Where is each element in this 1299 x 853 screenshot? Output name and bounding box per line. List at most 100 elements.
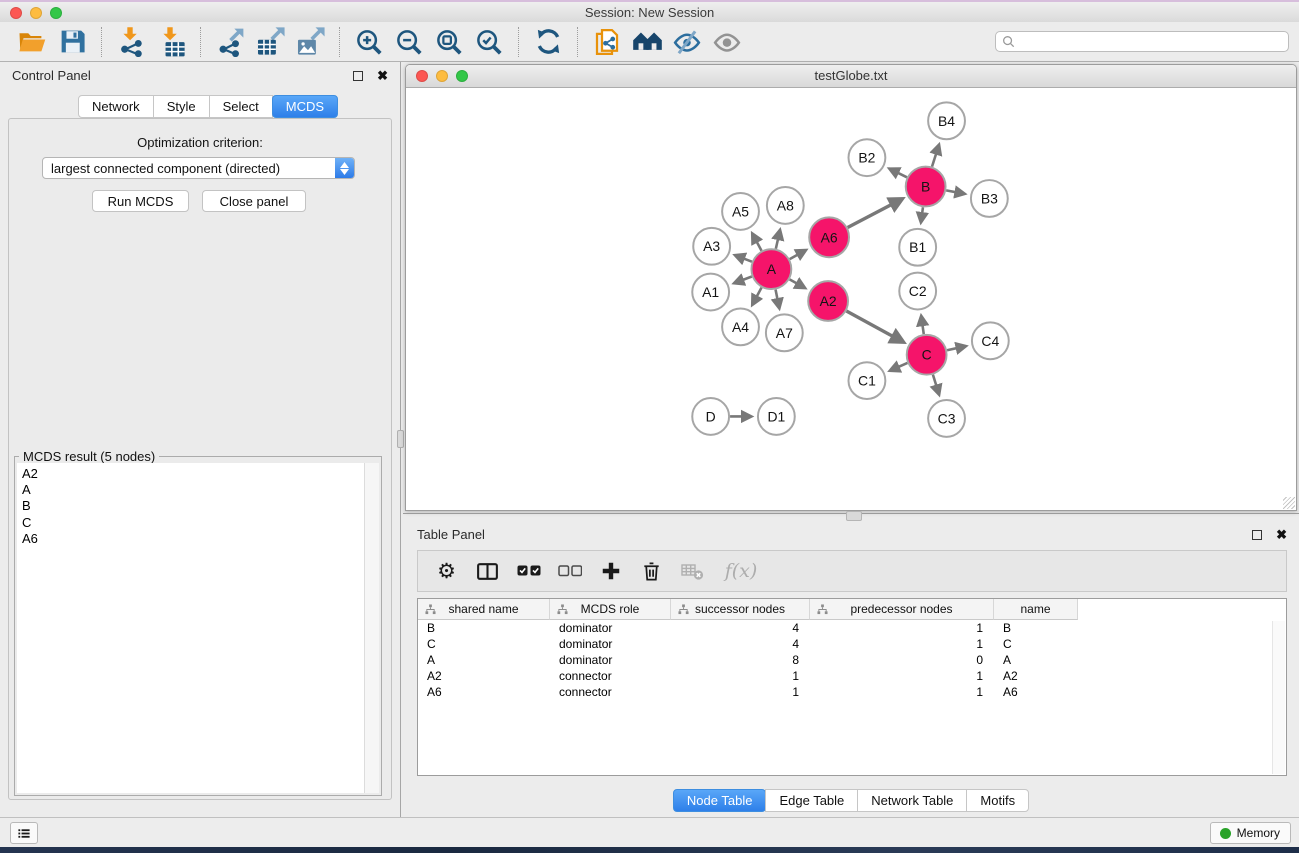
graph-edge-C-C4[interactable] [947, 346, 966, 350]
tab-network[interactable]: Network [78, 95, 154, 118]
tab-motifs[interactable]: Motifs [966, 789, 1029, 812]
export-table-button[interactable] [250, 25, 290, 59]
float-panel-icon[interactable] [1252, 530, 1262, 540]
graph-node-A1[interactable]: A1 [692, 274, 729, 311]
function-builder-button[interactable]: f(x) [715, 554, 767, 588]
graph-edge-A-A5[interactable] [752, 234, 761, 251]
graph-node-B[interactable]: B [906, 167, 946, 207]
graph-edge-B-B2[interactable] [890, 169, 907, 177]
graph-node-A[interactable]: A [751, 249, 791, 289]
graph-edge-C-C2[interactable] [921, 316, 923, 334]
export-network-button[interactable] [210, 25, 250, 59]
graph-node-A8[interactable]: A8 [767, 187, 804, 224]
graph-edge-C-C3[interactable] [933, 375, 939, 395]
close-panel-icon[interactable]: ✖ [1276, 530, 1287, 540]
zoom-selected-button[interactable] [469, 25, 509, 59]
search-input[interactable] [1019, 33, 1288, 51]
graph-edge-A-A4[interactable] [752, 288, 761, 305]
refresh-button[interactable] [528, 25, 568, 59]
graph-node-C1[interactable]: C1 [849, 362, 886, 399]
add-column-button[interactable] [592, 554, 629, 588]
zoom-in-button[interactable] [349, 25, 389, 59]
import-network-button[interactable] [111, 25, 151, 59]
graph-node-C[interactable]: C [907, 335, 947, 375]
tab-edge-table[interactable]: Edge Table [765, 789, 858, 812]
show-graphics-details-button[interactable] [707, 25, 747, 59]
column-header-successor-nodes[interactable]: successor nodes [671, 599, 810, 620]
zoom-fit-button[interactable] [429, 25, 469, 59]
result-item[interactable]: A2 [22, 466, 359, 482]
import-table-button[interactable] [151, 25, 191, 59]
network-canvas[interactable]: B4B2BB3B1A5A8A6A3AC2A1A2A4A7C4CC1C3DD1 [406, 88, 1296, 510]
graph-node-C2[interactable]: C2 [899, 273, 936, 310]
result-item[interactable]: C [22, 515, 359, 531]
graph-edge-A6-B[interactable] [848, 199, 902, 227]
graph-node-B3[interactable]: B3 [971, 180, 1008, 217]
memory-button[interactable]: Memory [1210, 822, 1291, 844]
select-all-button[interactable] [510, 554, 547, 588]
graph-node-C4[interactable]: C4 [972, 322, 1009, 359]
graph-edge-A-A1[interactable] [734, 277, 751, 284]
graph-edge-A-A8[interactable] [776, 230, 780, 249]
graph-edge-A-A2[interactable] [790, 279, 805, 287]
open-session-button[interactable] [12, 25, 52, 59]
delete-table-button[interactable] [674, 554, 711, 588]
result-item[interactable]: B [22, 498, 359, 514]
clone-network-button[interactable] [587, 25, 627, 59]
graph-edge-B-B1[interactable] [921, 207, 923, 222]
save-session-button[interactable] [52, 25, 92, 59]
result-item[interactable]: A6 [22, 531, 359, 547]
graph-node-A7[interactable]: A7 [766, 314, 803, 351]
divider-handle[interactable] [846, 511, 862, 521]
graph-node-A5[interactable]: A5 [722, 193, 759, 230]
graph-node-B1[interactable]: B1 [899, 229, 936, 266]
float-panel-icon[interactable] [353, 71, 363, 81]
table-row[interactable]: A6 connector 1 1 A6 [418, 684, 1286, 700]
export-image-button[interactable] [290, 25, 330, 59]
table-row[interactable]: A2 connector 1 1 A2 [418, 668, 1286, 684]
close-panel-button[interactable]: Close panel [202, 190, 306, 212]
tab-select[interactable]: Select [209, 95, 273, 118]
network-graph[interactable]: B4B2BB3B1A5A8A6A3AC2A1A2A4A7C4CC1C3DD1 [406, 88, 1296, 510]
column-header-name[interactable]: name [994, 599, 1078, 620]
graph-edge-C-C1[interactable] [890, 363, 907, 371]
tab-network-table[interactable]: Network Table [857, 789, 967, 812]
graph-edge-B-B4[interactable] [932, 145, 939, 167]
zoom-out-button[interactable] [389, 25, 429, 59]
run-mcds-button[interactable]: Run MCDS [92, 190, 189, 212]
graph-edge-A-A7[interactable] [776, 290, 780, 308]
hide-graphics-details-button[interactable] [667, 25, 707, 59]
column-view-button[interactable] [469, 554, 506, 588]
graph-node-B2[interactable]: B2 [849, 139, 886, 176]
table-scrollbar[interactable] [1272, 621, 1285, 774]
column-header-predecessor-nodes[interactable]: predecessor nodes [810, 599, 994, 620]
close-panel-icon[interactable]: ✖ [377, 71, 388, 81]
graph-node-C3[interactable]: C3 [928, 400, 965, 437]
graph-edge-A-A6[interactable] [790, 250, 806, 259]
horizontal-divider[interactable] [403, 511, 1299, 521]
column-header-mcds-role[interactable]: MCDS role [550, 599, 671, 620]
graph-node-B4[interactable]: B4 [928, 102, 965, 139]
graph-node-A6[interactable]: A6 [809, 217, 849, 257]
result-item[interactable]: A [22, 482, 359, 498]
result-scrollbar[interactable] [364, 463, 379, 793]
task-history-button[interactable] [10, 822, 38, 844]
resize-grip-icon[interactable] [1283, 497, 1295, 509]
criterion-dropdown[interactable]: largest connected component (directed) [42, 157, 355, 179]
tab-node-table[interactable]: Node Table [673, 789, 767, 812]
graph-node-A2[interactable]: A2 [808, 281, 848, 321]
graph-node-A3[interactable]: A3 [693, 228, 730, 265]
tab-mcds[interactable]: MCDS [272, 95, 338, 118]
graph-node-A4[interactable]: A4 [722, 308, 759, 345]
graph-edge-A2-C[interactable] [846, 311, 903, 342]
column-header-shared-name[interactable]: shared name [418, 599, 550, 620]
table-settings-button[interactable]: ⚙ [428, 554, 465, 588]
graph-edge-B-B3[interactable] [946, 190, 964, 193]
table-row[interactable]: B dominator 4 1 B [418, 620, 1286, 636]
table-row[interactable]: C dominator 4 1 C [418, 636, 1286, 652]
deselect-all-button[interactable] [551, 554, 588, 588]
tab-style[interactable]: Style [153, 95, 210, 118]
graph-edge-A-A3[interactable] [735, 255, 752, 261]
home-button[interactable] [627, 25, 667, 59]
delete-column-button[interactable] [633, 554, 670, 588]
